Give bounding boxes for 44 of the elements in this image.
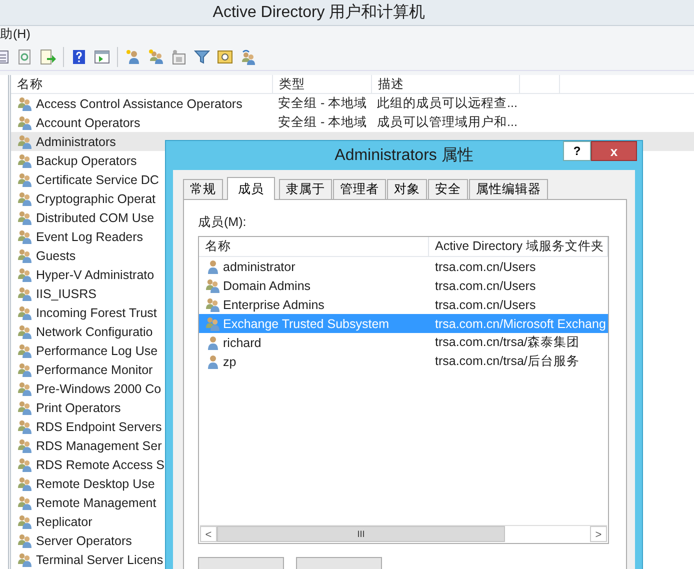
member-folder: trsa.com.cn/Users — [434, 260, 537, 274]
group-name: Server Operators — [36, 534, 132, 548]
group-name: Incoming Forest Trust — [36, 306, 157, 320]
member-name: richard — [223, 336, 262, 350]
member-name: zp — [223, 354, 236, 368]
group-name: Distributed COM Use — [36, 210, 154, 224]
group-name: Performance Monitor — [36, 362, 153, 376]
group-name: Pre-Windows 2000 Co — [36, 382, 162, 396]
group-name: IIS_IUSRS — [36, 286, 96, 300]
member-folder: trsa.com.cn/Microsoft Exchang — [434, 316, 607, 330]
window-title: Active Directory 用户和计算机 — [212, 2, 426, 24]
member-folder: trsa.com.cn/Users — [434, 298, 537, 312]
dialog-title: Administrators 属性 — [334, 146, 474, 166]
group-name: Network Configuratio — [36, 324, 153, 338]
group-name: Performance Log Use — [36, 344, 158, 358]
group-name: Account Operators — [36, 116, 140, 130]
group-name: Guests — [36, 248, 76, 262]
group-name: Access Control Assistance Operators — [36, 96, 242, 110]
group-name: Replicator — [36, 514, 92, 528]
member-name: Domain Admins — [223, 278, 311, 292]
member-folder: trsa.com.cn/trsa/后台服务 — [434, 353, 580, 370]
member-name: Enterprise Admins — [223, 298, 324, 312]
group-name: Remote Management — [36, 496, 156, 510]
group-name: RDS Remote Access S — [36, 458, 165, 472]
group-description: 成员可以管理域用户和... — [376, 114, 518, 131]
group-name: Event Log Readers — [36, 230, 144, 244]
member-folder: trsa.com.cn/Users — [434, 278, 537, 292]
member-name: administrator — [223, 260, 296, 274]
members-label: 成员(M): — [198, 214, 248, 231]
group-description: 此组的成员可以远程查... — [376, 95, 518, 112]
group-name: Remote Desktop Use — [36, 476, 155, 490]
group-name: Certificate Service DC — [36, 172, 159, 186]
member-folder: trsa.com.cn/trsa/森泰集团 — [434, 334, 580, 351]
group-name: Hyper-V Administrato — [36, 268, 154, 282]
group-name: RDS Management Ser — [36, 438, 162, 452]
group-name: Terminal Server Licens — [36, 552, 164, 566]
group-name: RDS Endpoint Servers — [36, 420, 162, 434]
member-name: Exchange Trusted Subsystem — [223, 316, 390, 330]
group-name: Print Operators — [36, 400, 121, 414]
group-name: Administrators — [36, 134, 116, 148]
group-type: 安全组 - 本地域 — [277, 114, 368, 131]
group-type: 安全组 - 本地域 — [277, 95, 368, 112]
group-name: Cryptographic Operat — [36, 192, 156, 206]
group-name: Backup Operators — [36, 154, 137, 168]
